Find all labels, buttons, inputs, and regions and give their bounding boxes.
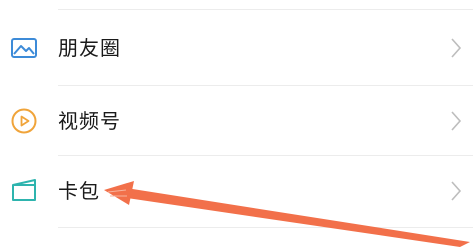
menu-item-moments[interactable]: 朋友圈 [0, 12, 473, 84]
menu-item-label: 卡包 [58, 179, 100, 203]
menu-item-channels[interactable]: 视频号 [0, 85, 473, 157]
chevron-right-icon [450, 110, 462, 132]
divider [58, 227, 473, 228]
divider [58, 9, 473, 10]
chevron-right-icon [450, 180, 462, 202]
menu-list: 朋友圈 视频号 卡包 [0, 0, 473, 247]
channels-icon [10, 107, 38, 135]
chevron-right-icon [450, 37, 462, 59]
menu-item-card-wallet[interactable]: 卡包 [0, 155, 473, 227]
moments-icon [10, 34, 38, 62]
menu-item-label: 视频号 [58, 109, 121, 133]
card-wallet-icon [10, 177, 38, 205]
menu-item-label: 朋友圈 [58, 36, 121, 60]
